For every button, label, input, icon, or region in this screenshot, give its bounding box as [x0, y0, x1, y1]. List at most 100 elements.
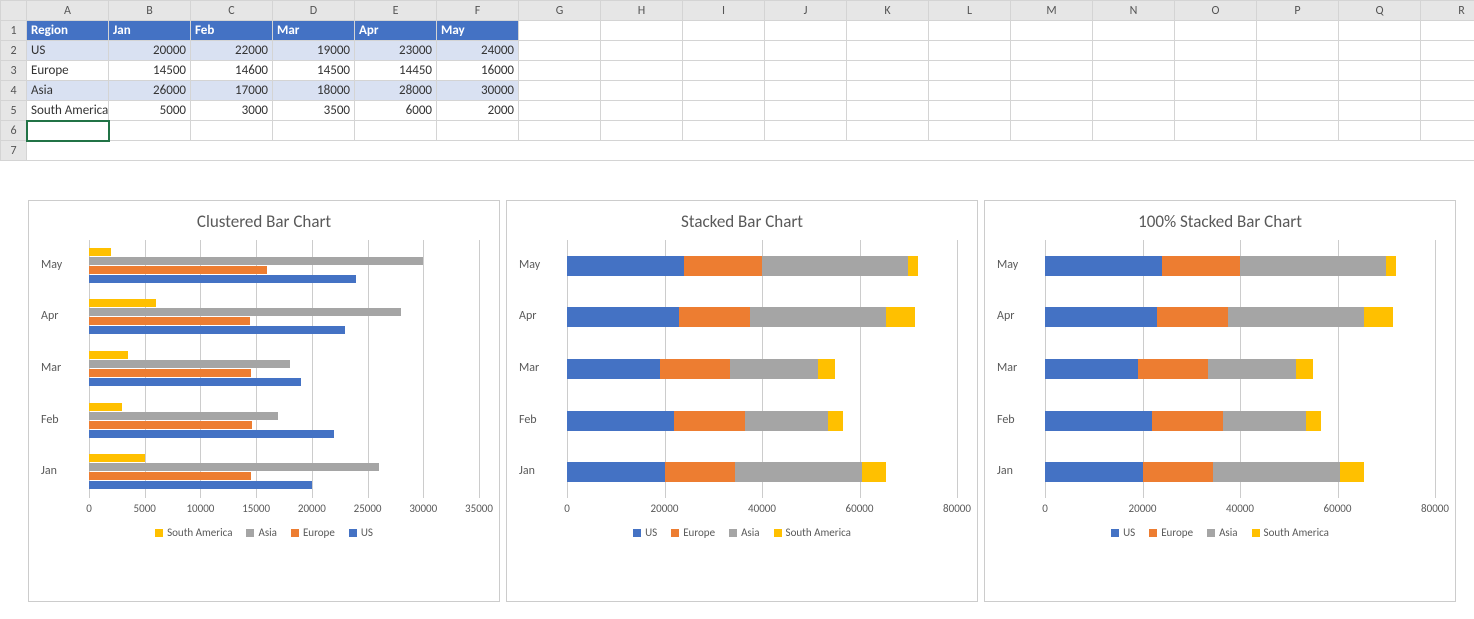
cell[interactable] [1175, 121, 1257, 141]
col-header[interactable]: A [27, 1, 109, 21]
col-header[interactable]: O [1175, 1, 1257, 21]
cell[interactable] [1339, 41, 1421, 61]
cell[interactable] [1339, 81, 1421, 101]
cell[interactable] [1175, 41, 1257, 61]
cell[interactable] [1011, 101, 1093, 121]
cell[interactable] [1339, 61, 1421, 81]
cell[interactable] [601, 81, 683, 101]
col-header[interactable]: I [683, 1, 765, 21]
col-header[interactable]: C [191, 1, 273, 21]
cell[interactable] [1011, 41, 1093, 61]
cell[interactable] [683, 121, 765, 141]
cell[interactable] [683, 21, 765, 41]
col-header[interactable]: H [601, 1, 683, 21]
cell[interactable] [109, 121, 191, 141]
row-header[interactable]: 2 [1, 41, 27, 61]
cell[interactable]: 18000 [273, 81, 355, 101]
col-header[interactable]: M [1011, 1, 1093, 21]
col-header[interactable]: Q [1339, 1, 1421, 21]
cell[interactable] [601, 121, 683, 141]
select-all-corner[interactable] [1, 1, 27, 21]
cell[interactable]: Europe [27, 61, 109, 81]
cell[interactable]: South America [27, 101, 109, 121]
cell[interactable]: US [27, 41, 109, 61]
cell[interactable] [929, 61, 1011, 81]
row-header[interactable]: 5 [1, 101, 27, 121]
cell[interactable] [847, 101, 929, 121]
cell[interactable] [1257, 121, 1339, 141]
cell[interactable]: 6000 [355, 101, 437, 121]
cell[interactable]: 24000 [437, 41, 519, 61]
cell[interactable] [1093, 41, 1175, 61]
cell[interactable] [847, 41, 929, 61]
cell[interactable] [1257, 41, 1339, 61]
cell[interactable]: 28000 [355, 81, 437, 101]
cell[interactable] [1421, 121, 1474, 141]
col-header[interactable]: P [1257, 1, 1339, 21]
chart-clustered[interactable]: Clustered Bar Chart 05000100001500020000… [28, 200, 500, 602]
cell[interactable] [765, 81, 847, 101]
cell[interactable] [1093, 21, 1175, 41]
cell[interactable] [1421, 41, 1474, 61]
cell[interactable]: 17000 [191, 81, 273, 101]
cell[interactable]: 14500 [273, 61, 355, 81]
cell[interactable] [1421, 101, 1474, 121]
cell[interactable] [765, 21, 847, 41]
cell[interactable] [1093, 101, 1175, 121]
col-header[interactable]: B [109, 1, 191, 21]
cell[interactable]: Feb [191, 21, 273, 41]
col-header[interactable]: F [437, 1, 519, 21]
col-header[interactable]: L [929, 1, 1011, 21]
cell[interactable]: 3000 [191, 101, 273, 121]
cell[interactable] [601, 21, 683, 41]
cell[interactable]: 3500 [273, 101, 355, 121]
cell[interactable] [601, 41, 683, 61]
col-header[interactable]: G [519, 1, 601, 21]
cell[interactable] [847, 121, 929, 141]
cell[interactable] [273, 121, 355, 141]
cell[interactable] [519, 61, 601, 81]
cell[interactable]: May [437, 21, 519, 41]
cell[interactable]: 5000 [109, 101, 191, 121]
row-header[interactable]: 4 [1, 81, 27, 101]
cell[interactable] [1175, 81, 1257, 101]
table-row[interactable]: 7 [1, 141, 1474, 161]
cell[interactable] [929, 41, 1011, 61]
cell[interactable]: 14500 [109, 61, 191, 81]
cell[interactable] [1257, 21, 1339, 41]
cell[interactable] [1175, 101, 1257, 121]
table-row[interactable]: 1 Region Jan Feb Mar Apr May [1, 21, 1474, 41]
cell[interactable]: 16000 [437, 61, 519, 81]
table-row[interactable]: 5 South America 5000 3000 3500 6000 2000 [1, 101, 1474, 121]
col-header[interactable]: K [847, 1, 929, 21]
cell[interactable] [1011, 121, 1093, 141]
cell[interactable] [601, 61, 683, 81]
active-cell[interactable] [27, 121, 109, 141]
chart-stacked[interactable]: Stacked Bar Chart 020000400006000080000M… [506, 200, 978, 602]
cell[interactable] [1011, 81, 1093, 101]
cell[interactable] [847, 61, 929, 81]
cell[interactable] [601, 101, 683, 121]
cell[interactable] [519, 41, 601, 61]
cell[interactable]: 14450 [355, 61, 437, 81]
cell[interactable] [1339, 21, 1421, 41]
cell[interactable] [519, 81, 601, 101]
cell[interactable] [1093, 121, 1175, 141]
cell[interactable]: 20000 [109, 41, 191, 61]
col-header[interactable]: E [355, 1, 437, 21]
cell[interactable] [683, 41, 765, 61]
cell[interactable] [765, 41, 847, 61]
table-row[interactable]: 4 Asia 26000 17000 18000 28000 30000 [1, 81, 1474, 101]
cell[interactable] [437, 121, 519, 141]
cell[interactable]: 23000 [355, 41, 437, 61]
cell[interactable]: 2000 [437, 101, 519, 121]
cell[interactable]: 26000 [109, 81, 191, 101]
col-header[interactable]: R [1421, 1, 1474, 21]
cell[interactable] [1175, 61, 1257, 81]
cell[interactable] [1257, 61, 1339, 81]
cell[interactable] [1257, 81, 1339, 101]
cell[interactable] [929, 21, 1011, 41]
table-row[interactable]: 2 US 20000 22000 19000 23000 24000 [1, 41, 1474, 61]
cell[interactable] [929, 81, 1011, 101]
row-header[interactable]: 3 [1, 61, 27, 81]
